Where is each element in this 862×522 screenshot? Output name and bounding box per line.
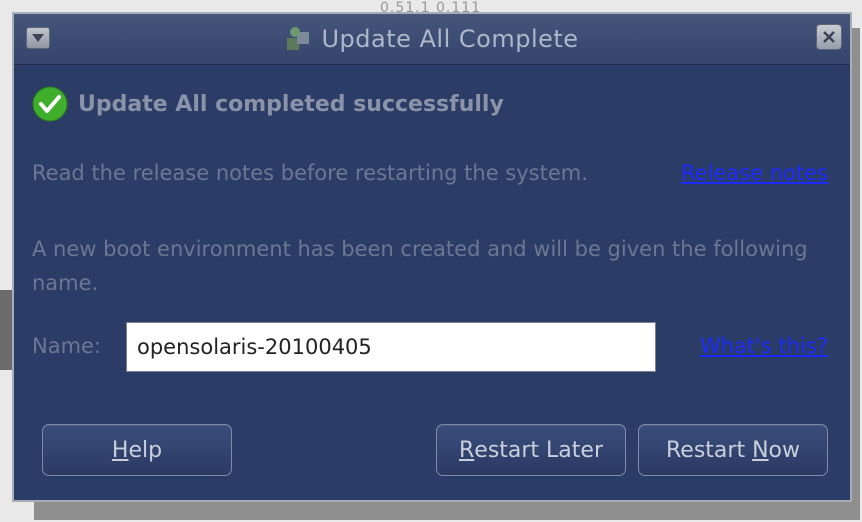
window-title: Update All Complete bbox=[321, 25, 579, 53]
close-button[interactable] bbox=[816, 24, 842, 50]
release-notes-link[interactable]: Release notes bbox=[681, 161, 828, 185]
restart-later-label-rest: estart Later bbox=[474, 437, 603, 463]
title-bar[interactable]: Update All Complete bbox=[14, 14, 850, 65]
release-notes-instruction: Read the release notes before restarting… bbox=[32, 161, 588, 185]
success-message: Update All completed successfully bbox=[78, 91, 504, 117]
restart-now-label-rest: ow bbox=[768, 437, 800, 463]
package-manager-icon bbox=[285, 26, 313, 52]
success-row: Update All completed successfully bbox=[32, 86, 504, 122]
background-window-edge bbox=[0, 290, 12, 370]
restart-now-mnemonic: N bbox=[752, 437, 769, 463]
help-label-rest: elp bbox=[128, 437, 163, 463]
restart-later-button[interactable]: Restart Later bbox=[436, 424, 626, 476]
whats-this-link[interactable]: What's this? bbox=[700, 334, 828, 358]
check-icon bbox=[32, 86, 68, 122]
help-button[interactable]: Help bbox=[42, 424, 232, 476]
boot-environment-text: A new boot environment has been created … bbox=[32, 237, 808, 295]
restart-now-prefix: Restart bbox=[666, 437, 753, 463]
title-wrap: Update All Complete bbox=[14, 23, 850, 55]
name-label: Name: bbox=[32, 334, 102, 358]
update-complete-dialog: Update All Complete Update All completed… bbox=[12, 12, 852, 502]
dialog-content: Update All completed successfully Read t… bbox=[14, 64, 850, 502]
close-icon bbox=[823, 31, 835, 43]
help-mnemonic: H bbox=[111, 437, 129, 463]
restart-now-button[interactable]: Restart Now bbox=[638, 424, 828, 476]
be-name-field[interactable] bbox=[126, 322, 656, 372]
restart-later-mnemonic: R bbox=[458, 437, 475, 463]
